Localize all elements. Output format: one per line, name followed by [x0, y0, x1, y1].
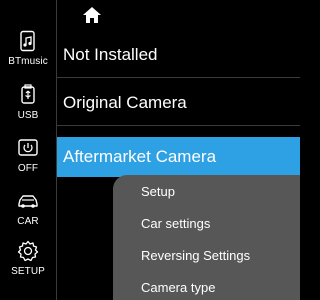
- sidebar-item-usb[interactable]: USB: [0, 84, 56, 134]
- sidebar-item-setup[interactable]: SETUP: [0, 240, 56, 290]
- option-original-camera[interactable]: Original Camera: [57, 80, 300, 126]
- popup-item-setup[interactable]: Setup: [113, 175, 300, 207]
- power-icon: [18, 139, 38, 156]
- popup-item-label: Reversing Settings: [141, 247, 251, 263]
- sidebar-item-label: BTmusic: [8, 56, 48, 67]
- sidebar-item-label: CAR: [17, 216, 39, 227]
- sidebar: BTmusic USB OFF CAR SETUP: [0, 0, 57, 300]
- sidebar-item-label: SETUP: [11, 266, 45, 277]
- car-icon: [18, 195, 38, 208]
- breadcrumb-popup-menu: Setup Car settings Reversing Settings Ca…: [113, 175, 300, 300]
- option-not-installed[interactable]: Not Installed: [57, 32, 300, 78]
- bt-music-icon: [20, 30, 35, 52]
- sidebar-item-label: OFF: [17, 163, 39, 174]
- option-label: Aftermarket Camera: [63, 147, 217, 166]
- sidebar-item-btmusic[interactable]: BTmusic: [0, 30, 56, 80]
- popup-item-car-settings[interactable]: Car settings: [113, 207, 300, 239]
- option-label: Not Installed: [63, 44, 158, 64]
- sidebar-item-car[interactable]: CAR: [0, 190, 56, 240]
- popup-item-camera-type[interactable]: Camera type: [113, 271, 300, 300]
- option-label: Original Camera: [63, 92, 187, 112]
- popup-item-label: Car settings: [141, 215, 211, 231]
- sidebar-item-label: USB: [17, 110, 39, 121]
- sidebar-item-off[interactable]: OFF: [0, 137, 56, 187]
- popup-item-reversing-settings[interactable]: Reversing Settings: [113, 239, 300, 271]
- gear-icon: [17, 240, 39, 262]
- app-screen: BTmusic USB OFF CAR SETUP Not Installed …: [0, 0, 300, 300]
- home-icon[interactable]: [81, 4, 103, 26]
- option-aftermarket-camera[interactable]: Aftermarket Camera: [57, 137, 300, 177]
- usb-icon: [21, 84, 35, 104]
- popup-item-label: Camera type: [141, 279, 216, 295]
- popup-item-label: Setup: [141, 183, 175, 199]
